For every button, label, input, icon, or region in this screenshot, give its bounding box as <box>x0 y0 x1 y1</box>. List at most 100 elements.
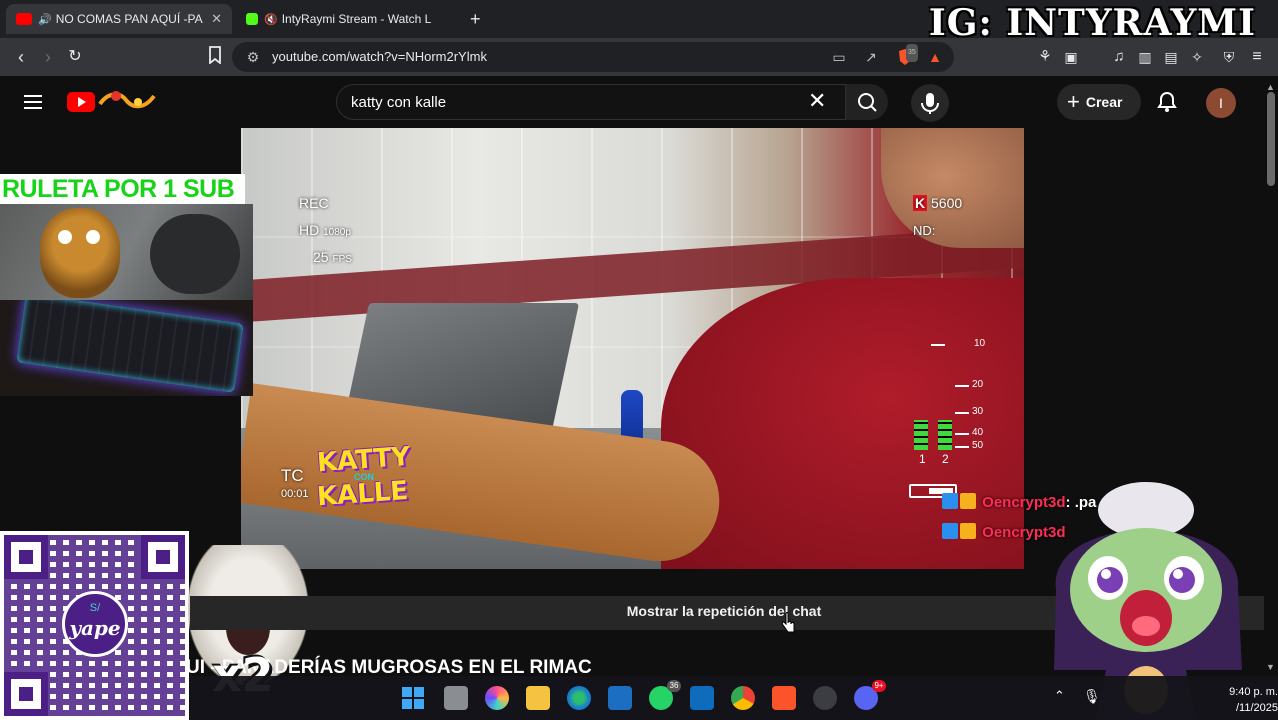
microphone-icon <box>921 93 939 114</box>
cast-icon[interactable]: ▭ <box>830 48 848 66</box>
menu-icon[interactable]: ≡ <box>1246 46 1268 68</box>
youtube-logo-icon[interactable] <box>67 92 95 112</box>
badge-icon <box>942 523 958 539</box>
osd-resolution: 1080p <box>323 227 351 238</box>
osd-timecode: 00:01 <box>281 488 309 500</box>
discord-icon[interactable]: 9+ <box>854 680 886 710</box>
vpn-icon[interactable]: ⛨ <box>1218 46 1240 68</box>
qr-finder <box>141 535 185 579</box>
new-tab-button[interactable]: + <box>470 9 481 30</box>
voice-search-button[interactable] <box>911 84 949 122</box>
sidebar-icon[interactable]: ▥ <box>1134 46 1156 68</box>
scale-tick <box>955 446 969 448</box>
scale-tick <box>931 344 945 346</box>
address-bar[interactable]: ⚙ youtube.com/watch?v=NHorm2rYlmk ▭ ↗ 35… <box>232 42 954 72</box>
roulette-banner: RULETA POR 1 SUB <box>0 174 245 204</box>
bookmark-icon[interactable] <box>204 46 226 68</box>
scroll-up-icon[interactable]: ▲ <box>1266 82 1275 92</box>
notifications-bell-icon[interactable] <box>1155 90 1179 114</box>
crown-icon <box>960 493 976 509</box>
webcam-plush <box>0 204 253 300</box>
audio-meter-2 <box>938 420 952 450</box>
file-explorer-icon[interactable] <box>526 686 550 710</box>
outlook-icon[interactable] <box>690 686 714 710</box>
scale-label: 30 <box>972 406 984 417</box>
osd-fps-unit: FPS <box>332 254 352 265</box>
share-icon[interactable]: ↗ <box>862 48 880 66</box>
brave-rewards-icon[interactable]: ▲ <box>926 48 944 66</box>
media-icon[interactable]: ♫ <box>1108 46 1130 68</box>
tab-close-icon[interactable]: ✕ <box>211 11 222 27</box>
brave-icon[interactable] <box>772 686 796 710</box>
tab-title: NO COMAS PAN AQUÍ -PANA <box>55 12 204 26</box>
discord-badge: 9+ <box>872 680 886 692</box>
logo-line1: KATTY <box>316 441 412 479</box>
whatsapp-icon[interactable]: 36 <box>649 680 681 710</box>
k-logo-icon: K <box>913 195 928 211</box>
scroll-thumb[interactable] <box>1267 92 1275 186</box>
windows-taskbar: 36 9+ ⌃ 🎙 <box>190 676 1278 720</box>
search-input[interactable]: katty con kalle <box>336 84 846 120</box>
youtube-favicon-icon <box>16 13 32 25</box>
youtube-header: katty con kalle ✕ + Crear I <box>0 76 1278 128</box>
kick-favicon-icon <box>246 13 258 25</box>
scroll-down-icon[interactable]: ▼ <box>1266 662 1275 672</box>
badge-icon <box>942 493 958 509</box>
search-button[interactable] <box>846 84 888 120</box>
scale-label: 10 <box>974 338 986 349</box>
clock-date: /11/2025 <box>1235 702 1278 714</box>
osd-fps-value: 25 <box>313 249 329 265</box>
obs-icon[interactable] <box>813 686 837 710</box>
forward-icon[interactable]: › <box>37 46 59 68</box>
chrome-icon[interactable] <box>731 686 755 710</box>
osd-brand-value: 5600 <box>931 195 963 211</box>
tray-mic-icon[interactable]: 🎙 <box>1083 688 1101 705</box>
search-icon <box>858 93 877 112</box>
tab-kick[interactable]: 🔇 IntyRaymi Stream - Watch Live on <box>236 4 460 34</box>
muted-speaker-icon: 🔇 <box>264 13 278 26</box>
osd-rec: REC <box>299 195 329 211</box>
windows-start-icon[interactable] <box>401 686 425 710</box>
doodle-icon[interactable] <box>98 88 156 112</box>
tray-clock[interactable]: 9:40 p. m. /11/2025 <box>1212 684 1278 716</box>
screen: 🔊 NO COMAS PAN AQUÍ -PANA ✕ 🔇 IntyRaymi … <box>0 0 1278 720</box>
wallet-icon[interactable]: ▤ <box>1160 46 1182 68</box>
reload-icon[interactable]: ↻ <box>64 46 86 68</box>
create-label: Crear <box>1085 94 1123 110</box>
edge-icon[interactable] <box>567 686 591 710</box>
scale-label: 20 <box>972 379 984 390</box>
site-settings-icon[interactable]: ⚙ <box>244 48 262 66</box>
clear-search-icon[interactable]: ✕ <box>808 88 826 114</box>
scale-tick <box>955 412 969 414</box>
back-icon[interactable]: ‹ <box>10 46 32 68</box>
account-avatar[interactable]: I <box>1206 88 1236 118</box>
webcam-keyboard <box>0 300 253 396</box>
store-icon[interactable] <box>608 686 632 710</box>
katty-con-kalle-logo: KATTY CON KALLE <box>316 441 412 520</box>
crown-icon <box>960 523 976 539</box>
plus-icon: + <box>1067 89 1080 114</box>
create-button[interactable]: + Crear <box>1057 84 1141 120</box>
yape-label: yape <box>69 616 121 640</box>
video-player[interactable]: REC HD 1080p 25 FPS K 5600 ND: 10 20 30 … <box>241 128 1024 569</box>
leo-ai-icon[interactable]: ✧ <box>1186 46 1208 68</box>
scale-tick <box>955 433 969 435</box>
plush-toy <box>40 208 120 298</box>
hand-cursor-icon <box>781 612 795 633</box>
tab-youtube[interactable]: 🔊 NO COMAS PAN AQUÍ -PANA ✕ <box>6 4 232 34</box>
channel-label: 2 <box>942 452 949 466</box>
speaker-icon: 🔊 <box>38 13 52 26</box>
tray-chevron-icon[interactable]: ⌃ <box>1054 688 1065 704</box>
copilot-icon[interactable] <box>485 686 509 710</box>
brave-shield-icon[interactable]: 35 <box>896 44 918 66</box>
scale-tick <box>955 385 969 387</box>
search-query-text: katty con kalle <box>351 94 447 111</box>
page-scrollbar[interactable]: ▲ ▼ <box>1264 80 1278 676</box>
guide-menu-icon[interactable] <box>24 95 42 109</box>
plush-eye <box>58 230 72 244</box>
osd-fps: 25 FPS <box>313 249 352 265</box>
task-view-icon[interactable] <box>444 686 468 710</box>
reader-icon[interactable]: ▣ <box>1060 46 1082 68</box>
chair <box>150 214 240 294</box>
extensions-icon[interactable]: ⚘ <box>1034 46 1056 68</box>
